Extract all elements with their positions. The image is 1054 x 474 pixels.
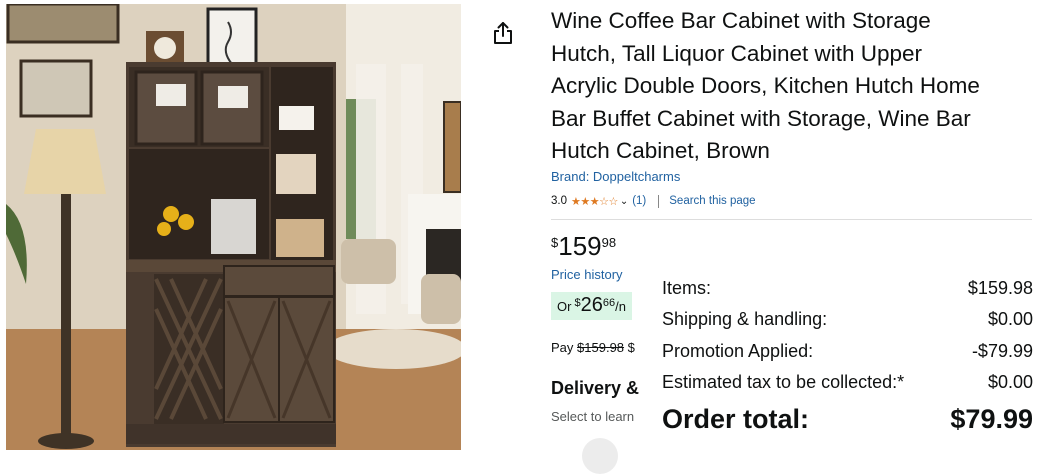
monthly-fraction: 66 [602,297,616,309]
brand-link[interactable]: Brand: Doppeltcharms [551,169,680,184]
divider [551,219,1032,220]
delivery-heading: Delivery & [551,378,640,398]
summary-label: Promotion Applied: [662,341,814,361]
divider [658,194,660,208]
summary-label: Items: [662,278,712,298]
star-rating[interactable]: ★★★☆☆ [571,195,618,208]
order-total-value: $79.99 [950,404,1033,434]
summary-row-total: Order total: $79.99 [662,404,1033,435]
summary-row-items: Items: $159.98 [662,278,1033,299]
summary-value: $0.00 [987,372,1033,392]
order-summary-panel: Items: $159.98 Shipping & handling: $0.0… [643,268,1044,454]
summary-value: $0.00 [987,309,1033,329]
monthly-per: /n [615,299,626,314]
product-title-line: Wine Coffee Bar Cabinet with Storage [551,8,931,33]
price: $ 159 98 [551,232,616,260]
price-history-link[interactable]: Price history [551,267,623,282]
monthly-or: Or [557,299,572,314]
monthly-whole: 26 [580,294,603,316]
pay-label: Pay [551,340,574,355]
pay-line: Pay $159.98 $ [551,340,635,355]
delivery-subtext[interactable]: Select to learn [551,409,634,424]
rating-value: 3.0 [551,195,567,207]
price-whole: 159 [558,231,602,261]
search-this-page-link[interactable]: Search this page [669,195,755,207]
product-title: Wine Coffee Bar Cabinet with Storage Hut… [551,5,1041,168]
review-count-link[interactable]: (1) [632,195,646,207]
summary-row-tax: Estimated tax to be collected:* $0.00 [662,372,1033,393]
order-total-label: Order total: [662,404,810,434]
summary-label: Estimated tax to be collected:* [662,372,905,392]
summary-row-promotion: Promotion Applied: -$79.99 [662,341,1033,362]
product-title-line: Acrylic Double Doors, Kitchen Hutch Home [551,73,980,98]
price-currency: $ [551,235,559,250]
cabinet-illustration [126,62,336,447]
summary-value: $159.98 [967,278,1033,298]
share-icon [494,22,512,44]
summary-label: Shipping & handling: [662,309,828,329]
price-fraction: 98 [601,235,617,250]
rating-row: 3.0 ★★★☆☆ ⌄ (1) Search this page [551,193,756,209]
pay-trail: $ [627,340,635,355]
product-title-line: Bar Buffet Cabinet with Storage, Wine Ba… [551,105,971,131]
pay-strike-price: $159.98 [577,340,625,355]
chevron-down-icon[interactable]: ⌄ [620,196,628,207]
product-image[interactable] [6,4,461,450]
delivery-icon-button[interactable] [582,438,618,474]
summary-value: -$79.99 [971,341,1033,361]
summary-row-shipping: Shipping & handling: $0.00 [662,309,1033,330]
product-title-line: Hutch, Tall Liquor Cabinet with Upper [551,40,923,66]
monthly-payment-badge[interactable]: Or $ 26 66 /n [551,292,632,320]
share-button[interactable] [491,20,515,46]
product-title-line: Hutch Cabinet, Brown [551,138,770,163]
product-photo-scene [6,4,461,450]
